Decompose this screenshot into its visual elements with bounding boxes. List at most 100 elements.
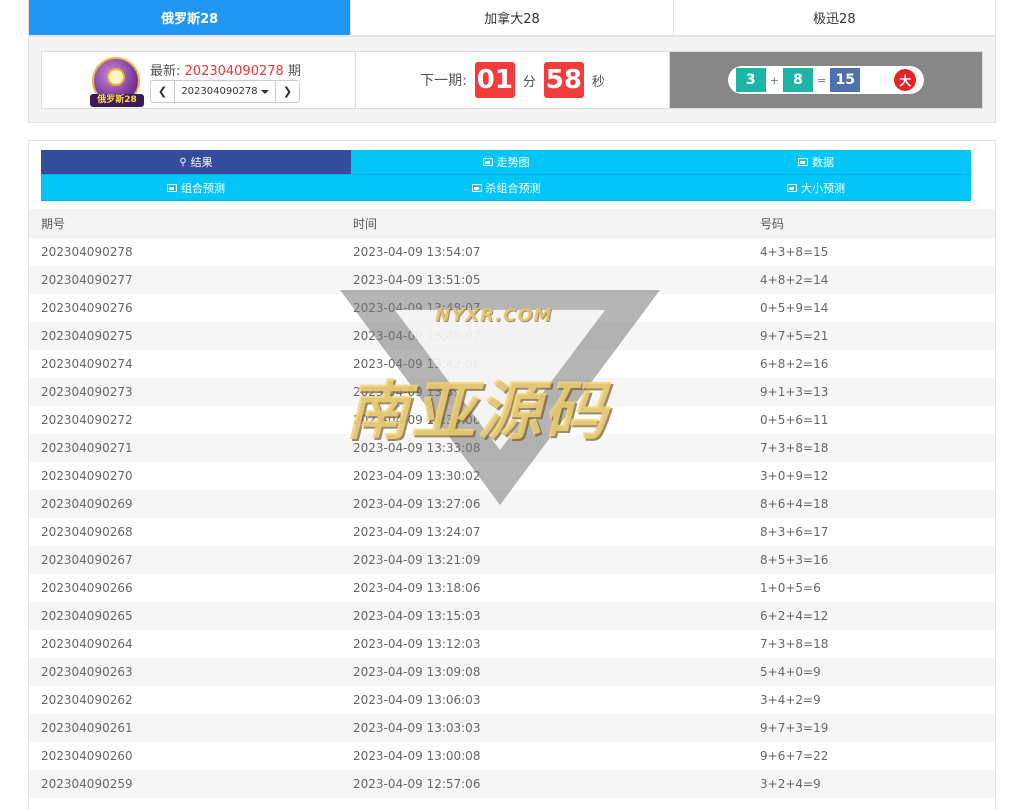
cell-numbers: 9+7+5=21 <box>760 329 829 343</box>
cell-time: 2023-04-09 13:51:05 <box>353 273 481 287</box>
cell-numbers: 8+6+4=18 <box>760 497 829 511</box>
cell-numbers: 4+3+8=15 <box>760 245 829 259</box>
tab-data[interactable]: 数据 <box>661 150 971 175</box>
cell-period: 202304090262 <box>41 693 133 707</box>
chevron-left-icon: ❮ <box>157 85 168 98</box>
latest-cell: 俄罗斯28 最新: 202304090278 期 ❮ 202304090278 … <box>42 52 356 108</box>
cell-numbers: 3+0+9=12 <box>760 469 829 483</box>
main-panel: ⚲ 结果 走势图 数据 组合预测 杀组合预测 大小预测 期号 时间 号码 202… <box>28 140 996 809</box>
cell-time: 2023-04-09 13:33:08 <box>353 441 481 455</box>
cell-numbers: 8+5+3=16 <box>760 553 829 567</box>
latest-period-line: 最新: 202304090278 期 <box>150 60 301 79</box>
image-icon <box>167 183 177 192</box>
latest-suffix: 期 <box>287 64 301 79</box>
cell-numbers: 9+1+3=13 <box>760 385 829 399</box>
countdown-cell: 下一期: 01 分 58 秒 <box>356 52 670 108</box>
table-row: 202304090270 2023-04-09 13:30:02 3+0+9=12 <box>29 462 995 490</box>
cell-numbers: 9+7+3=19 <box>760 721 829 735</box>
cell-period: 202304090275 <box>41 329 133 343</box>
prev-period-button[interactable]: ❮ <box>151 81 175 102</box>
cell-time: 2023-04-09 13:45:07 <box>353 329 481 343</box>
table-row: 202304090274 2023-04-09 13:42:06 6+8+2=16 <box>29 350 995 378</box>
table-row: 202304090260 2023-04-09 13:00:08 9+6+7=22 <box>29 742 995 770</box>
period-select[interactable]: 202304090278 <box>175 81 275 102</box>
table-row: 202304090273 2023-04-09 13:39:02 9+1+3=13 <box>29 378 995 406</box>
cell-numbers: 3+4+2=9 <box>760 693 821 707</box>
tab-results[interactable]: ⚲ 结果 <box>41 150 351 175</box>
table-row: 202304090272 2023-04-09 13:36:06 0+5+6=11 <box>29 406 995 434</box>
sub-tab-row-1: ⚲ 结果 走势图 数据 <box>41 150 971 175</box>
cell-time: 2023-04-09 13:03:03 <box>353 721 481 735</box>
tab-kill-combo-prediction[interactable]: 杀组合预测 <box>351 175 661 201</box>
cell-period: 202304090270 <box>41 469 133 483</box>
cell-time: 2023-04-09 13:54:07 <box>353 245 481 259</box>
cell-time: 2023-04-09 13:42:06 <box>353 357 481 371</box>
game-tabs: 俄罗斯28 加拿大28 极迅28 <box>28 0 996 36</box>
cell-time: 2023-04-09 13:06:03 <box>353 693 481 707</box>
size-badge: 大 <box>894 69 917 91</box>
plus-sign: + <box>769 73 779 87</box>
result-number-2: 3 <box>735 68 766 92</box>
period-navigator: ❮ 202304090278 ❯ <box>150 80 300 103</box>
cell-period: 202304090266 <box>41 581 133 595</box>
cell-period: 202304090259 <box>41 777 133 791</box>
cell-time: 2023-04-09 13:30:02 <box>353 469 481 483</box>
tab-results-label: 结果 <box>190 156 213 169</box>
cell-numbers: 7+3+8=18 <box>760 637 829 651</box>
cell-time: 2023-04-09 13:09:08 <box>353 665 481 679</box>
cell-numbers: 9+6+7=22 <box>760 749 829 763</box>
cell-period: 202304090272 <box>41 413 133 427</box>
cell-time: 2023-04-09 13:21:09 <box>353 553 481 567</box>
table-row: 202304090264 2023-04-09 13:12:03 7+3+8=18 <box>29 630 995 658</box>
cell-period: 202304090265 <box>41 609 133 623</box>
tab-data-label: 数据 <box>812 156 834 169</box>
next-period-button[interactable]: ❯ <box>275 81 299 102</box>
cell-time: 2023-04-09 13:00:08 <box>353 749 481 763</box>
tab-trend-chart[interactable]: 走势图 <box>351 150 661 175</box>
cell-period: 202304090268 <box>41 525 133 539</box>
logo-label: 俄罗斯28 <box>90 94 144 107</box>
cell-time: 2023-04-09 13:27:06 <box>353 497 481 511</box>
cell-time: 2023-04-09 13:12:03 <box>353 637 481 651</box>
cell-time: 2023-04-09 13:18:06 <box>353 581 481 595</box>
results-table-body: 202304090278 2023-04-09 13:54:07 4+3+8=15 2… <box>29 238 995 798</box>
tab-size-label: 大小预测 <box>801 181 845 195</box>
tab-trend-label: 走势图 <box>496 156 530 169</box>
result-sum: 15 <box>830 68 861 92</box>
header-numbers: 号码 <box>760 217 785 231</box>
table-row: 202304090267 2023-04-09 13:21:09 8+5+3=16 <box>29 546 995 574</box>
table-row: 202304090277 2023-04-09 13:51:05 4+8+2=14 <box>29 266 995 294</box>
cell-numbers: 8+3+6=17 <box>760 525 829 539</box>
latest-period: 202304090278 <box>184 64 284 79</box>
cell-period: 202304090274 <box>41 357 133 371</box>
tab-combo-prediction[interactable]: 组合预测 <box>41 175 351 201</box>
tab-combo-label: 组合预测 <box>181 181 225 195</box>
cell-time: 2023-04-09 13:24:07 <box>353 525 481 539</box>
header-period: 期号 <box>41 217 66 231</box>
tab-canada28[interactable]: 加拿大28 <box>351 0 674 35</box>
cell-numbers: 3+2+4=9 <box>760 777 821 791</box>
tab-russia28[interactable]: 俄罗斯28 <box>29 0 352 35</box>
period-select-value: 202304090278 <box>181 86 258 97</box>
minutes-unit: 分 <box>522 74 536 90</box>
cell-period: 202304090269 <box>41 497 133 511</box>
cell-numbers: 1+0+5=6 <box>760 581 821 595</box>
cell-time: 2023-04-09 12:57:06 <box>353 777 481 791</box>
cell-time: 2023-04-09 13:39:02 <box>353 385 481 399</box>
tab-size-prediction[interactable]: 大小预测 <box>661 175 971 201</box>
table-row: 202304090271 2023-04-09 13:33:08 7+3+8=18 <box>29 434 995 462</box>
cell-numbers: 6+8+2=16 <box>760 357 829 371</box>
sub-tabs: ⚲ 结果 走势图 数据 组合预测 杀组合预测 大小预测 <box>41 150 971 201</box>
image-icon <box>798 158 808 166</box>
image-icon <box>482 158 493 166</box>
table-row: 202304090275 2023-04-09 13:45:07 9+7+5=21 <box>29 322 995 350</box>
cell-period: 202304090276 <box>41 301 133 315</box>
cell-period: 202304090277 <box>41 273 133 287</box>
table-row: 202304090263 2023-04-09 13:09:08 5+4+0=9 <box>29 658 995 686</box>
tab-jixun28[interactable]: 极迅28 <box>673 0 995 35</box>
result-strip: 3 + 8 = 15 大 <box>727 66 925 94</box>
chevron-right-icon: ❯ <box>282 85 293 98</box>
cell-period: 202304090267 <box>41 553 133 567</box>
table-row: 202304090276 2023-04-09 13:48:07 0+5+9=14 <box>29 294 995 322</box>
table-row: 202304090261 2023-04-09 13:03:03 9+7+3=19 <box>29 714 995 742</box>
